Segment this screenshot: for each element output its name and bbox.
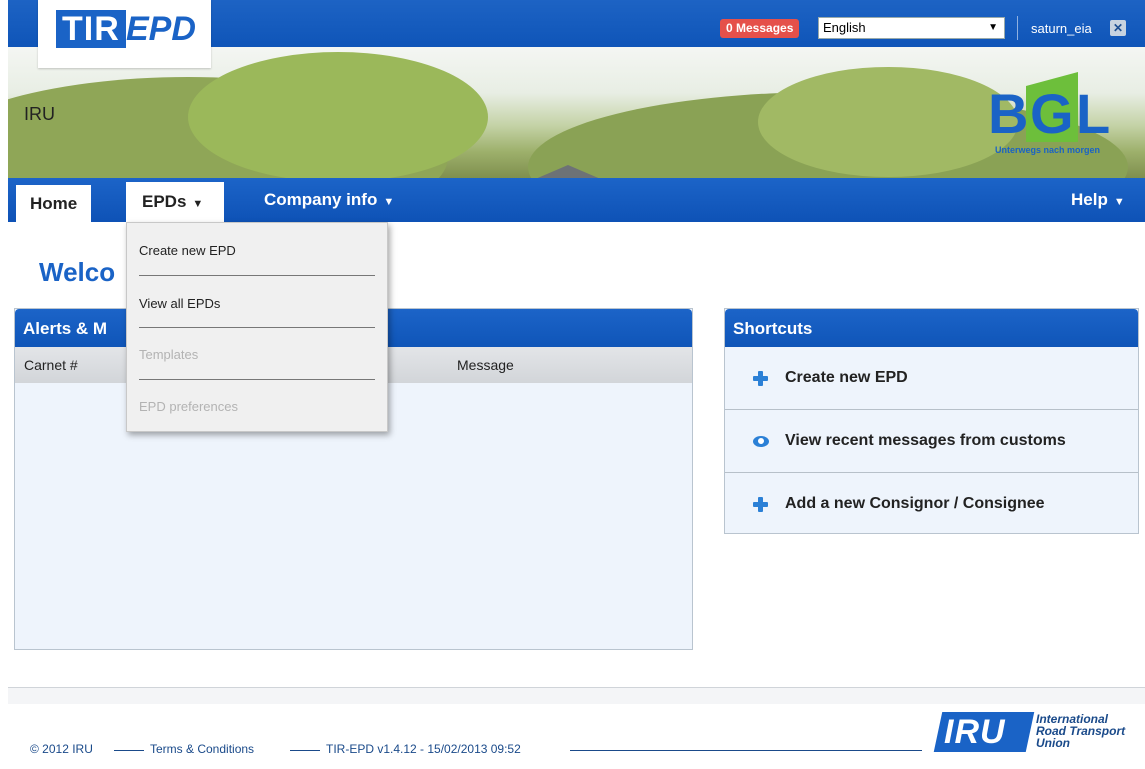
epds-dropdown-menu: Create new EPD View all EPDs Templates E… [126,222,388,432]
chevron-down-icon: ▼ [988,22,998,33]
menu-item-create-epd[interactable]: Create new EPD [139,243,236,258]
username-link[interactable]: saturn_eia [1031,21,1092,36]
iru-logo-text: IRU [944,713,1006,751]
eye-icon [753,436,769,447]
shortcut-create-epd[interactable]: Create new EPD [725,347,1138,410]
language-value: English [823,20,866,35]
menu-item-epd-preferences: EPD preferences [139,399,238,414]
tab-company-info[interactable]: Company info ▼ [264,178,394,222]
footer-separator [290,750,320,751]
menu-item-templates: Templates [139,347,199,362]
app-frame: TIR EPD IRU 0 Messages English ▼ saturn_… [8,0,1145,769]
divider [1017,16,1018,40]
shortcut-label: View recent messages from customs [785,432,1066,449]
logout-icon[interactable]: ✕ [1110,20,1126,36]
caret-down-icon: ▼ [192,198,204,210]
footer-version: TIR-EPD v1.4.12 - 15/02/2013 09:52 [326,742,521,756]
shortcut-label: Add a new Consignor / Consignee [785,495,1045,512]
plus-icon [753,497,768,512]
menu-item-view-all-epds[interactable]: View all EPDs [139,296,220,311]
bgl-tagline: Unterwegs nach morgen [995,145,1101,155]
footer-copyright: © 2012 IRU [30,742,93,756]
bgl-letter-b: B [988,82,1029,145]
logo-epd-text: EPD [126,10,196,48]
caret-down-icon: ▼ [383,196,395,208]
tab-help-label: Help [1071,190,1108,209]
main-nav: Home EPDs ▼ Company info ▼ Help ▼ [8,178,1145,222]
caret-down-icon: ▼ [1113,196,1125,208]
page-title: Welco [39,257,116,287]
tab-epds-label: EPDs [142,192,187,211]
column-message[interactable]: Message [457,347,514,383]
column-carnet[interactable]: Carnet # [24,347,78,383]
shortcuts-panel-title: Shortcuts [725,309,1138,347]
tir-epd-logo[interactable]: TIR EPD [38,0,211,68]
shortcut-label: Create new EPD [785,369,908,386]
header-banner: TIR EPD IRU 0 Messages English ▼ saturn_… [8,0,1145,178]
organization-name: IRU [24,104,55,124]
shortcuts-panel: Shortcuts Create new EPD View recent mes… [724,308,1139,534]
footer-separator [114,750,144,751]
menu-divider [139,327,375,328]
bgl-letter-l: L [1076,82,1111,145]
shortcut-view-messages[interactable]: View recent messages from customs [725,410,1138,473]
tab-company-info-label: Company info [264,190,378,209]
tab-help[interactable]: Help ▼ [1071,178,1125,222]
shortcut-add-consignor[interactable]: Add a new Consignor / Consignee [725,473,1138,535]
language-select[interactable]: English ▼ [818,17,1005,39]
bgl-logo: B G L Unterwegs nach morgen [983,64,1123,162]
iru-caption-line: Union [1036,736,1070,750]
footer-separator [570,750,922,751]
footer-band [8,688,1145,704]
messages-badge[interactable]: 0 Messages [720,19,800,38]
menu-divider [139,275,375,276]
plus-icon [753,371,768,386]
bgl-letter-g: G [1030,82,1074,145]
menu-divider [139,379,375,380]
logo-tir-text: TIR [56,10,126,48]
tab-home-label: Home [30,194,78,213]
tab-home[interactable]: Home [16,185,92,222]
tab-epds[interactable]: EPDs ▼ [126,182,224,222]
footer-terms-link[interactable]: Terms & Conditions [150,742,254,756]
iru-caption: International Road Transport Union [1036,713,1125,749]
